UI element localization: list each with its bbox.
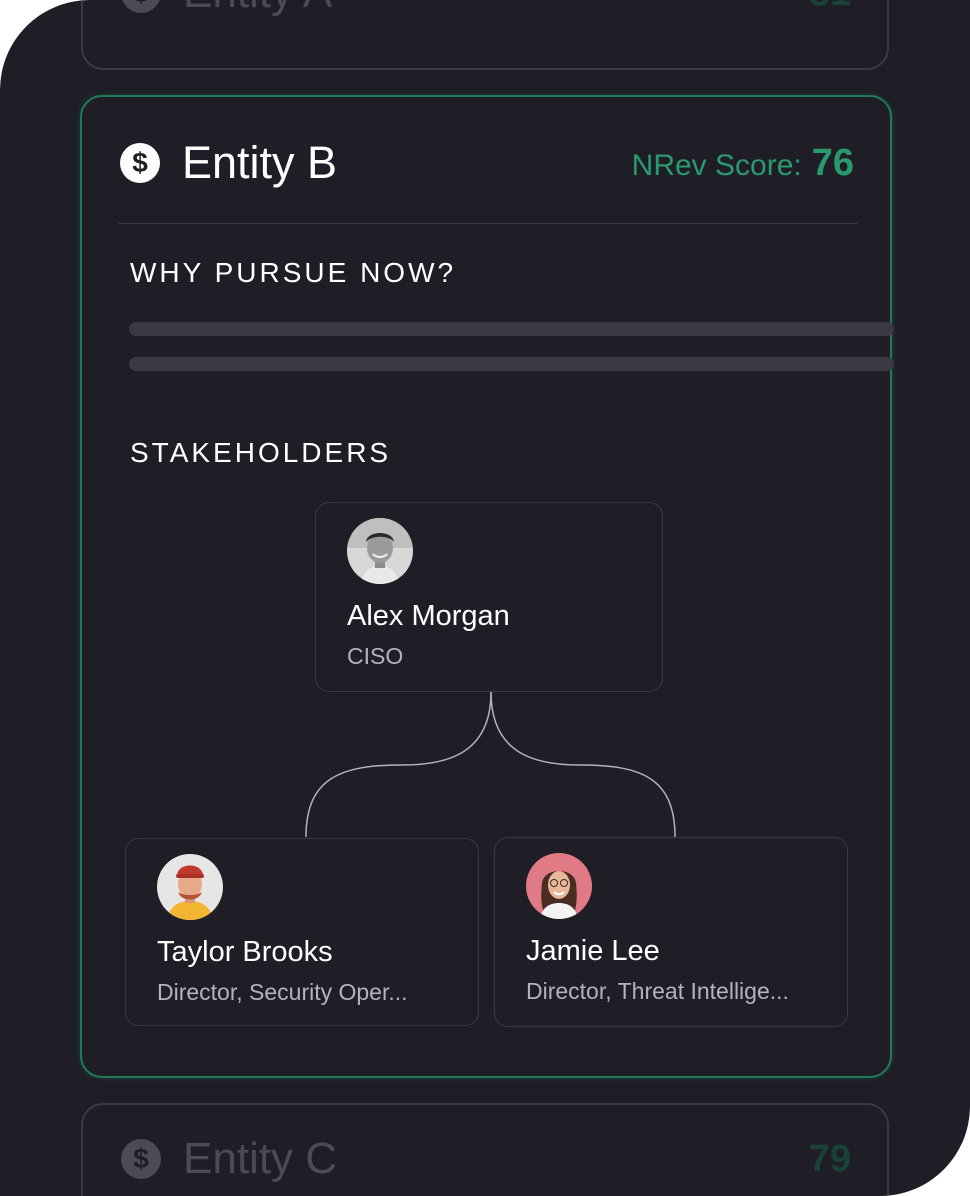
avatar [526, 853, 592, 919]
entity-card-b[interactable]: $ Entity B NRev Score: 76 WHY PURSUE NOW… [80, 95, 894, 1078]
stakeholder-card[interactable]: Taylor Brooks Director, Security Oper... [125, 838, 479, 1026]
stakeholder-name: Taylor Brooks [157, 936, 333, 968]
entity-card-a[interactable]: $ Entity A 81 [81, 0, 889, 70]
stakeholder-card[interactable]: Alex Morgan CISO [315, 502, 663, 692]
avatar [347, 518, 413, 584]
dollar-circle-icon: $ [121, 0, 161, 13]
avatar [157, 854, 223, 920]
stakeholder-card[interactable]: Jamie Lee Director, Threat Intellige... [494, 837, 848, 1027]
panel: $ Entity A 81 $ Entity B NRev Score: 76 … [0, 0, 970, 1196]
entity-score: 79 [808, 1137, 851, 1180]
entity-score: 81 [809, 0, 851, 15]
stakeholder-title: Director, Threat Intellige... [526, 978, 789, 1004]
dollar-circle-icon: $ [121, 1139, 161, 1179]
entity-name: Entity A [183, 0, 332, 18]
entity-card-c[interactable]: $ Entity C 79 [81, 1103, 889, 1196]
entity-name: Entity C [183, 1134, 338, 1183]
stakeholder-title: Director, Security Oper... [157, 979, 408, 1005]
stakeholder-name: Jamie Lee [526, 935, 660, 967]
stakeholder-title: CISO [347, 643, 404, 669]
stakeholder-name: Alex Morgan [347, 600, 510, 632]
